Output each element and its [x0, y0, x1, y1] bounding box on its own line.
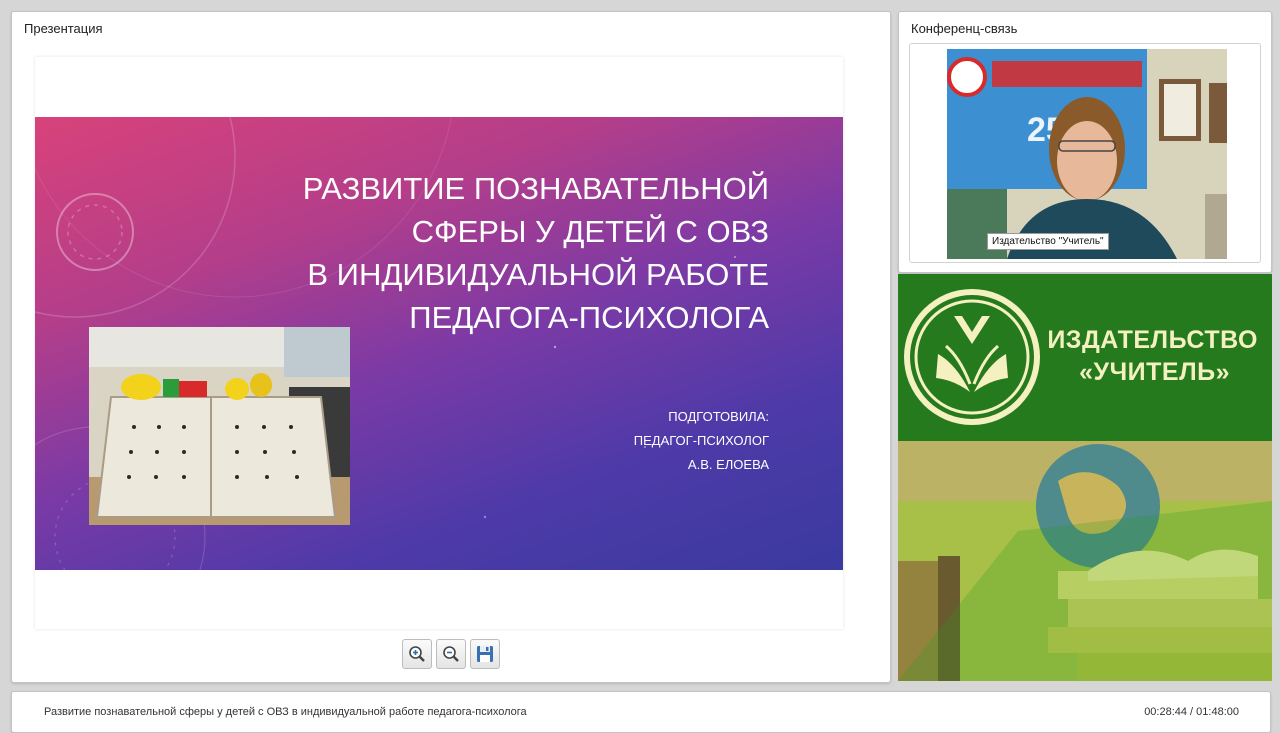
zoom-out-icon — [443, 646, 459, 662]
speaker-video: 25 — [947, 49, 1227, 259]
slide-author: Подготовила: педагог-психолог А.В. Елоев… — [469, 405, 769, 477]
playback-time: 00:28:44 / 01:48:00 — [1144, 706, 1239, 718]
slide-author-line: А.В. Елоева — [687, 457, 769, 472]
floppy-disk-icon — [477, 646, 493, 662]
books-globe-decoration — [898, 441, 1272, 681]
zoom-out-button[interactable] — [436, 639, 466, 669]
banner-title-line: «УЧИТЕЛЬ» — [1079, 358, 1230, 386]
slide-viewer: Развитие познавательной сферы у детей с … — [35, 57, 843, 629]
books-globe-image — [898, 441, 1272, 681]
slide-title-line: сферы у детей с ОВЗ — [411, 214, 769, 249]
lecture-title: Развитие познавательной сферы у детей с … — [44, 706, 527, 718]
presentation-panel-title: Презентация — [24, 21, 103, 36]
presentation-panel: Презентация Развитие познавательной сфер… — [11, 11, 891, 683]
slide-photo-geoboard — [89, 327, 350, 525]
banner-title-line: ИЗДАТЕЛЬСТВО — [1047, 326, 1258, 354]
geoboard-photo-image — [89, 327, 350, 525]
slide-author-line: педагог-психолог — [633, 433, 769, 448]
zoom-in-icon — [409, 646, 425, 662]
conference-panel-title: Конференц-связь — [911, 21, 1018, 36]
speaker-video-image: 25 — [947, 49, 1227, 259]
video-container: 25 Издательство "Учитель" — [909, 43, 1261, 263]
video-participant-label: Издательство "Учитель" — [987, 233, 1109, 250]
save-button[interactable] — [470, 639, 500, 669]
slide: Развитие познавательной сферы у детей с … — [35, 117, 843, 570]
conference-panel: Конференц-связь 25 Издательство "Учитель… — [898, 11, 1272, 273]
zoom-in-button[interactable] — [402, 639, 432, 669]
status-bar: Развитие познавательной сферы у детей с … — [11, 691, 1271, 733]
slide-title-line: Развитие познавательной — [302, 171, 769, 206]
publisher-logo-icon — [904, 289, 1040, 425]
publisher-banner: ИЗДАТЕЛЬСТВО «УЧИТЕЛЬ» — [898, 274, 1272, 441]
slide-author-line: Подготовила: — [668, 409, 769, 424]
slide-title-line: в индивидуальной работе — [307, 257, 769, 292]
slide-title: Развитие познавательной сферы у детей с … — [249, 167, 769, 339]
